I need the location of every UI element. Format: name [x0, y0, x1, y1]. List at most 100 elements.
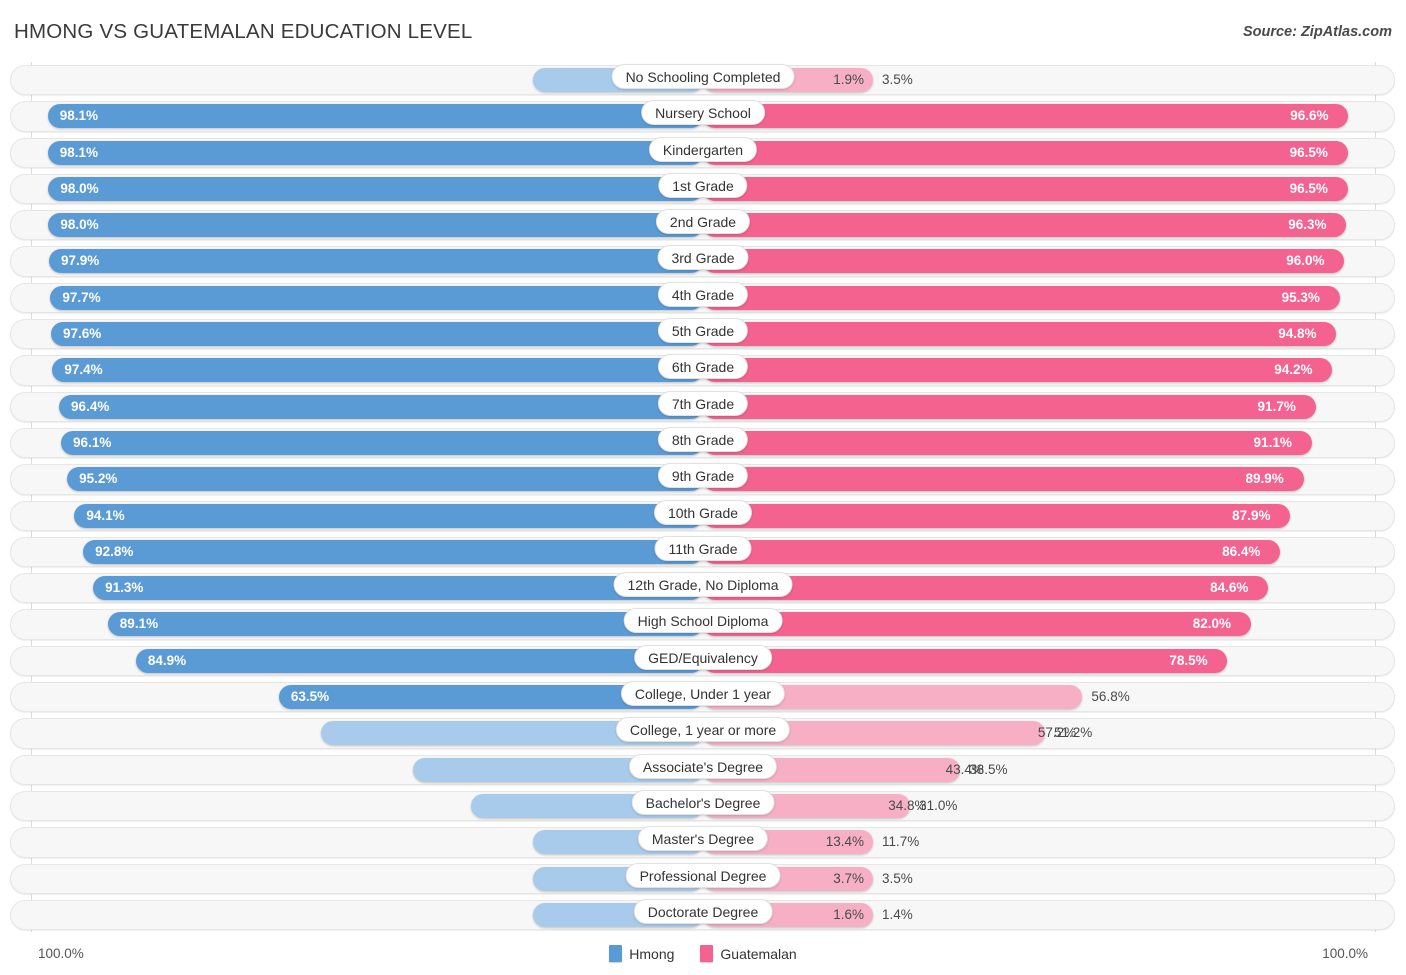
bar-hmong[interactable] [50, 285, 703, 310]
bar-guatemalan[interactable] [703, 612, 1251, 637]
bar-hmong[interactable] [61, 430, 703, 455]
value-label-hmong: 94.1% [86, 507, 125, 523]
chart-legend: Hmong Guatemalan [0, 945, 1406, 962]
legend-item[interactable]: Hmong [609, 945, 674, 962]
chart-row: 97.6% 94.8% 5th Grade [0, 316, 1406, 352]
category-label: Associate's Degree [628, 753, 778, 779]
legend-item[interactable]: Guatemalan [700, 945, 797, 962]
chart-plot-area: 1.9% 3.5% No Schooling Completed 98.1% 96.6%… [0, 62, 1406, 938]
bar-hmong[interactable] [83, 539, 703, 564]
value-label-hmong: 96.1% [73, 434, 112, 450]
chart-row: 34.8% 31.0% Bachelor's Degree [0, 788, 1406, 824]
value-label-guatemalan: 1.4% [882, 906, 913, 922]
bar-guatemalan[interactable] [703, 322, 1337, 347]
value-label-guatemalan: 31.0% [919, 797, 958, 813]
value-label-guatemalan: 96.0% [1286, 253, 1325, 269]
value-label-guatemalan: 91.1% [1253, 434, 1292, 450]
value-label-hmong: 98.1% [59, 144, 98, 160]
bar-guatemalan[interactable] [703, 285, 1340, 310]
chart-row: 91.3% 84.6% 12th Grade, No Diploma [0, 570, 1406, 606]
chart-row: 98.0% 96.3% 2nd Grade [0, 207, 1406, 243]
category-label: Kindergarten [648, 136, 758, 162]
page-title: HMONG VS GUATEMALAN EDUCATION LEVEL [14, 20, 473, 43]
bar-hmong[interactable] [51, 322, 703, 347]
bar-hmong[interactable] [107, 612, 703, 637]
value-label-hmong: 89.1% [119, 616, 159, 632]
bar-hmong[interactable] [47, 140, 703, 165]
value-label-hmong: 98.1% [59, 108, 98, 124]
category-label: 7th Grade [657, 390, 749, 416]
chart-row: 63.5% 56.8% College, Under 1 year [0, 679, 1406, 715]
bar-guatemalan[interactable] [703, 213, 1347, 238]
category-label: Doctorate Degree [633, 898, 773, 924]
bar-guatemalan[interactable] [703, 503, 1291, 528]
bar-hmong[interactable] [93, 576, 703, 601]
chart-footer: 100.0% 100.0% Hmong Guatemalan [0, 938, 1406, 975]
bar-guatemalan[interactable] [703, 467, 1304, 492]
chart-row: 98.0% 96.5% 1st Grade [0, 171, 1406, 207]
chart-row: 84.9% 78.5% GED/Equivalency [0, 643, 1406, 679]
bar-hmong[interactable] [59, 394, 703, 419]
bar-guatemalan[interactable] [703, 394, 1316, 419]
value-label-hmong: 92.8% [95, 543, 134, 559]
bar-guatemalan[interactable] [703, 104, 1349, 129]
value-label-guatemalan: 56.8% [1091, 689, 1130, 705]
value-label-hmong: 95.2% [79, 471, 118, 487]
chart-rows: 1.9% 3.5% No Schooling Completed 98.1% 96.6%… [0, 62, 1406, 933]
legend-label: Guatemalan [720, 945, 797, 962]
value-label-guatemalan: 38.5% [969, 761, 1008, 777]
chart-row: 94.1% 87.9% 10th Grade [0, 498, 1406, 534]
category-label: 5th Grade [657, 318, 749, 344]
value-label-guatemalan: 82.0% [1192, 616, 1232, 632]
chart-row: 98.1% 96.6% Nursery School [0, 98, 1406, 134]
category-label: 11th Grade [654, 535, 752, 561]
bar-hmong[interactable] [48, 213, 703, 238]
bar-hmong[interactable] [74, 503, 703, 528]
chart-row: 3.7% 3.5% Professional Degree [0, 861, 1406, 897]
category-label: 10th Grade [653, 499, 753, 525]
chart-row: 97.7% 95.3% 4th Grade [0, 280, 1406, 316]
value-label-guatemalan: 87.9% [1232, 507, 1271, 523]
chart-row: 97.9% 96.0% 3rd Grade [0, 243, 1406, 279]
bar-guatemalan[interactable] [703, 140, 1348, 165]
bar-guatemalan[interactable] [703, 176, 1348, 201]
bar-guatemalan[interactable] [703, 430, 1312, 455]
category-label: College, 1 year or more [615, 717, 791, 743]
category-label: Nursery School [641, 100, 765, 126]
chart-row: 1.6% 1.4% Doctorate Degree [0, 897, 1406, 933]
category-label: Master's Degree [637, 826, 769, 852]
bar-hmong[interactable] [48, 176, 703, 201]
chart-row: 89.1% 82.0% High School Diploma [0, 606, 1406, 642]
bar-hmong[interactable] [135, 648, 703, 673]
chart-header: HMONG VS GUATEMALAN EDUCATION LEVEL Sour… [0, 0, 1406, 62]
bar-guatemalan[interactable] [703, 539, 1281, 564]
value-label-hmong: 1.9% [833, 72, 864, 87]
bar-hmong[interactable] [47, 104, 703, 129]
category-label: 2nd Grade [655, 209, 751, 235]
value-label-hmong: 3.7% [833, 870, 864, 886]
value-label-hmong: 98.0% [60, 180, 99, 196]
chart-row: 96.4% 91.7% 7th Grade [0, 389, 1406, 425]
value-label-hmong: 84.9% [147, 652, 187, 668]
value-label-guatemalan: 3.5% [882, 72, 913, 87]
category-label: High School Diploma [623, 608, 783, 634]
value-label-guatemalan: 96.3% [1288, 217, 1327, 233]
bar-guatemalan[interactable] [703, 648, 1228, 673]
category-label: 3rd Grade [657, 245, 749, 271]
value-label-guatemalan: 89.9% [1245, 471, 1284, 487]
bar-hmong[interactable] [49, 249, 703, 274]
value-label-guatemalan: 86.4% [1222, 543, 1261, 559]
legend-swatch-icon [700, 945, 714, 962]
category-label: 6th Grade [657, 354, 749, 380]
legend-label: Hmong [629, 945, 675, 962]
category-label: No Schooling Completed [611, 64, 795, 89]
chart-row: 92.8% 86.4% 11th Grade [0, 534, 1406, 570]
bar-guatemalan[interactable] [703, 358, 1333, 383]
bar-hmong[interactable] [67, 467, 703, 492]
bar-hmong[interactable] [52, 358, 703, 383]
bar-guatemalan[interactable] [703, 249, 1345, 274]
value-label-hmong: 91.3% [105, 580, 144, 596]
value-label-guatemalan: 95.3% [1281, 289, 1320, 305]
value-label-guatemalan: 3.5% [882, 870, 913, 886]
value-label-guatemalan: 11.7% [882, 834, 920, 850]
